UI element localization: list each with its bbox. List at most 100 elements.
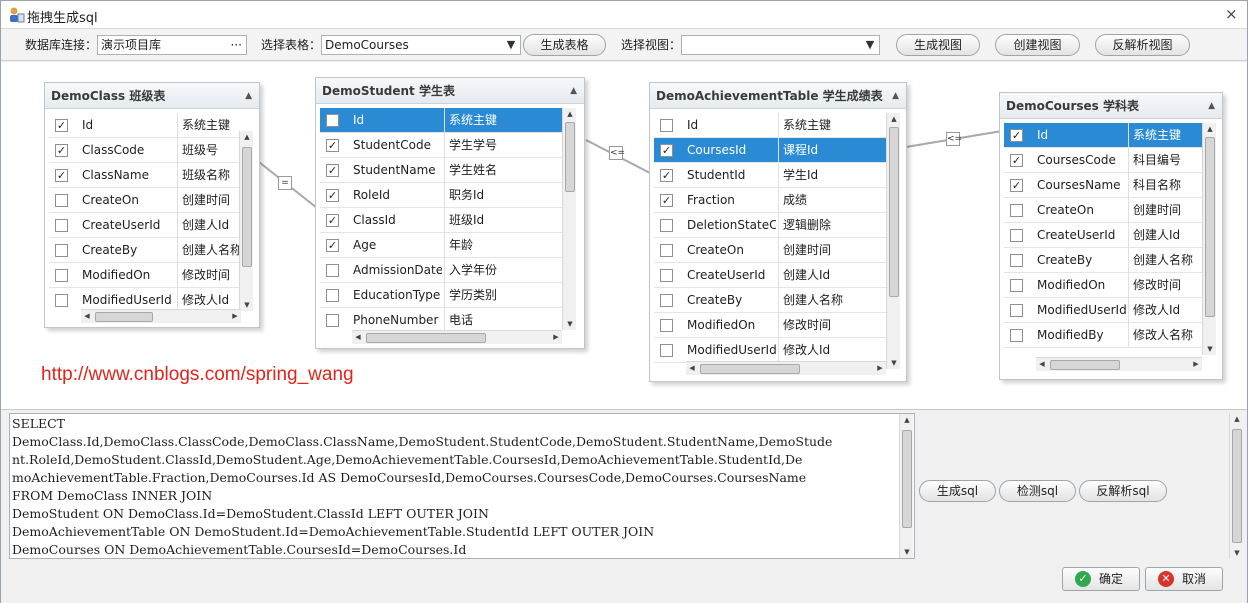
vertical-scrollbar[interactable]: ▲ ▼ bbox=[239, 131, 253, 311]
field-checkbox[interactable]: ✓ bbox=[55, 119, 68, 132]
field-row[interactable]: AdmissionDate 入学年份 bbox=[320, 258, 564, 283]
field-checkbox[interactable] bbox=[326, 114, 339, 127]
generate-table-button[interactable]: 生成表格 bbox=[523, 34, 606, 56]
field-checkbox[interactable]: ✓ bbox=[660, 144, 673, 157]
field-row[interactable]: ✓ Fraction 成绩 bbox=[654, 188, 886, 213]
scrollbar-thumb[interactable] bbox=[902, 430, 912, 528]
scroll-right-icon[interactable]: ▶ bbox=[550, 331, 562, 344]
field-checkbox[interactable] bbox=[660, 344, 673, 357]
table-card-header[interactable]: DemoStudent 学生表 ▲ bbox=[316, 78, 584, 104]
field-checkbox[interactable]: ✓ bbox=[326, 139, 339, 152]
field-row[interactable]: EducationType 学历类别 bbox=[320, 283, 564, 308]
field-checkbox[interactable] bbox=[660, 119, 673, 132]
field-row[interactable]: Id 系统主键 bbox=[654, 113, 886, 138]
field-checkbox[interactable] bbox=[326, 314, 339, 327]
field-row[interactable]: ✓ Age 年龄 bbox=[320, 233, 564, 258]
chevron-down-icon[interactable]: ▼ bbox=[502, 36, 520, 54]
relation-icon[interactable]: <= bbox=[609, 146, 625, 160]
field-row[interactable]: ✓ StudentCode 学生学号 bbox=[320, 133, 564, 158]
field-checkbox[interactable]: ✓ bbox=[1010, 179, 1023, 192]
field-row[interactable]: Id 系统主键 bbox=[320, 108, 564, 133]
field-row[interactable]: ✓ RoleId 职务Id bbox=[320, 183, 564, 208]
scrollbar-thumb[interactable] bbox=[565, 122, 575, 192]
collapse-icon[interactable]: ▲ bbox=[1208, 93, 1215, 119]
field-checkbox[interactable] bbox=[1010, 204, 1023, 217]
field-row[interactable]: ✓ ClassCode 班级号 bbox=[49, 138, 239, 163]
relation-icon[interactable]: <= bbox=[946, 132, 962, 146]
scroll-down-icon[interactable]: ▼ bbox=[240, 299, 254, 311]
field-row[interactable]: CreateOn 创建时间 bbox=[1004, 198, 1202, 223]
collapse-icon[interactable]: ▲ bbox=[570, 78, 577, 104]
scroll-left-icon[interactable]: ◀ bbox=[1036, 358, 1048, 371]
scrollbar-thumb[interactable] bbox=[366, 333, 486, 343]
view-select[interactable]: ▼ bbox=[681, 35, 880, 55]
field-checkbox[interactable]: ✓ bbox=[55, 169, 68, 182]
scroll-up-icon[interactable]: ▲ bbox=[1230, 413, 1244, 425]
field-checkbox[interactable] bbox=[1010, 329, 1023, 342]
field-row[interactable]: ✓ CoursesName 科目名称 bbox=[1004, 173, 1202, 198]
panel-scrollbar[interactable]: ▲ ▼ bbox=[1229, 413, 1243, 559]
scroll-down-icon[interactable]: ▼ bbox=[1230, 547, 1244, 559]
scroll-right-icon[interactable]: ▶ bbox=[229, 310, 241, 323]
field-checkbox[interactable]: ✓ bbox=[55, 144, 68, 157]
field-checkbox[interactable] bbox=[660, 269, 673, 282]
scroll-down-icon[interactable]: ▼ bbox=[900, 546, 914, 558]
field-row[interactable]: CreateUserId 创建人Id bbox=[1004, 223, 1202, 248]
horizontal-scrollbar[interactable]: ◀ ▶ bbox=[81, 309, 241, 323]
check-sql-button[interactable]: 检测sql bbox=[999, 480, 1076, 502]
table-card-democlass[interactable]: DemoClass 班级表 ▲ ✓ Id 系统主键 ✓ ClassCode 班级号 ✓ Cla… bbox=[44, 82, 260, 328]
table-select[interactable]: DemoCourses ▼ bbox=[321, 35, 521, 55]
generate-view-button[interactable]: 生成视图 bbox=[896, 34, 980, 56]
scroll-right-icon[interactable]: ▶ bbox=[874, 362, 886, 375]
field-row[interactable]: ✓ ClassId 班级Id bbox=[320, 208, 564, 233]
field-row[interactable]: ModifiedUserId 修改人Id bbox=[49, 288, 239, 309]
field-row[interactable]: ✓ CoursesCode 科目编号 bbox=[1004, 148, 1202, 173]
field-checkbox[interactable] bbox=[660, 294, 673, 307]
horizontal-scrollbar[interactable]: ◀ ▶ bbox=[1036, 357, 1202, 371]
scrollbar-thumb[interactable] bbox=[1205, 137, 1215, 317]
vertical-scrollbar[interactable]: ▲ ▼ bbox=[562, 108, 576, 330]
sql-scrollbar[interactable]: ▲ ▼ bbox=[899, 414, 913, 558]
chevron-down-icon[interactable]: ▼ bbox=[861, 36, 879, 54]
scroll-left-icon[interactable]: ◀ bbox=[81, 310, 93, 323]
field-row[interactable]: ModifiedUserId 修改人Id bbox=[654, 338, 886, 363]
horizontal-scrollbar[interactable]: ◀ ▶ bbox=[352, 330, 562, 344]
field-checkbox[interactable]: ✓ bbox=[660, 194, 673, 207]
field-checkbox[interactable] bbox=[660, 319, 673, 332]
design-canvas[interactable]: = <= <= DemoClass 班级表 ▲ ✓ Id 系统主键 ✓ ClassCod… bbox=[1, 62, 1247, 410]
field-row[interactable]: ModifiedBy 修改人名称 bbox=[1004, 323, 1202, 348]
vertical-scrollbar[interactable]: ▲ ▼ bbox=[1202, 123, 1216, 355]
field-checkbox[interactable] bbox=[660, 244, 673, 257]
field-checkbox[interactable] bbox=[1010, 304, 1023, 317]
scroll-up-icon[interactable]: ▲ bbox=[240, 131, 254, 143]
field-checkbox[interactable] bbox=[1010, 229, 1023, 242]
field-checkbox[interactable] bbox=[326, 264, 339, 277]
field-checkbox[interactable] bbox=[55, 244, 68, 257]
scroll-down-icon[interactable]: ▼ bbox=[887, 357, 901, 369]
field-checkbox[interactable] bbox=[326, 289, 339, 302]
table-card-democourses[interactable]: DemoCourses 学科表 ▲ ✓ Id 系统主键 ✓ CoursesCode 科目编… bbox=[999, 92, 1223, 380]
field-checkbox[interactable]: ✓ bbox=[326, 164, 339, 177]
field-checkbox[interactable] bbox=[55, 294, 68, 307]
field-checkbox[interactable]: ✓ bbox=[1010, 129, 1023, 142]
generate-sql-button[interactable]: 生成sql bbox=[919, 480, 996, 502]
field-checkbox[interactable]: ✓ bbox=[326, 189, 339, 202]
field-row[interactable]: ModifiedUserId 修改人Id bbox=[1004, 298, 1202, 323]
field-row[interactable]: ModifiedOn 修改时间 bbox=[654, 313, 886, 338]
field-row[interactable]: CreateBy 创建人名称 bbox=[49, 238, 239, 263]
scroll-up-icon[interactable]: ▲ bbox=[563, 108, 577, 120]
vertical-scrollbar[interactable]: ▲ ▼ bbox=[886, 113, 900, 369]
field-row[interactable]: DeletionStateCode逻辑删除 bbox=[654, 213, 886, 238]
parse-sql-button[interactable]: 反解析sql bbox=[1079, 480, 1167, 502]
field-row[interactable]: ✓ Id 系统主键 bbox=[1004, 123, 1202, 148]
close-icon[interactable]: × bbox=[1225, 5, 1238, 23]
table-card-demostudent[interactable]: DemoStudent 学生表 ▲ Id 系统主键 ✓ StudentCode 学生学号… bbox=[315, 77, 585, 349]
field-checkbox[interactable] bbox=[1010, 279, 1023, 292]
scroll-up-icon[interactable]: ▲ bbox=[887, 113, 901, 125]
scroll-right-icon[interactable]: ▶ bbox=[1190, 358, 1202, 371]
scrollbar-thumb[interactable] bbox=[700, 364, 800, 374]
field-checkbox[interactable] bbox=[55, 219, 68, 232]
sql-editor[interactable]: SELECT DemoClass.Id,DemoClass.ClassCode,… bbox=[9, 413, 915, 559]
field-row[interactable]: CreateUserId 创建人Id bbox=[49, 213, 239, 238]
table-card-header[interactable]: DemoAchievementTable 学生成绩表 ▲ bbox=[650, 83, 906, 109]
